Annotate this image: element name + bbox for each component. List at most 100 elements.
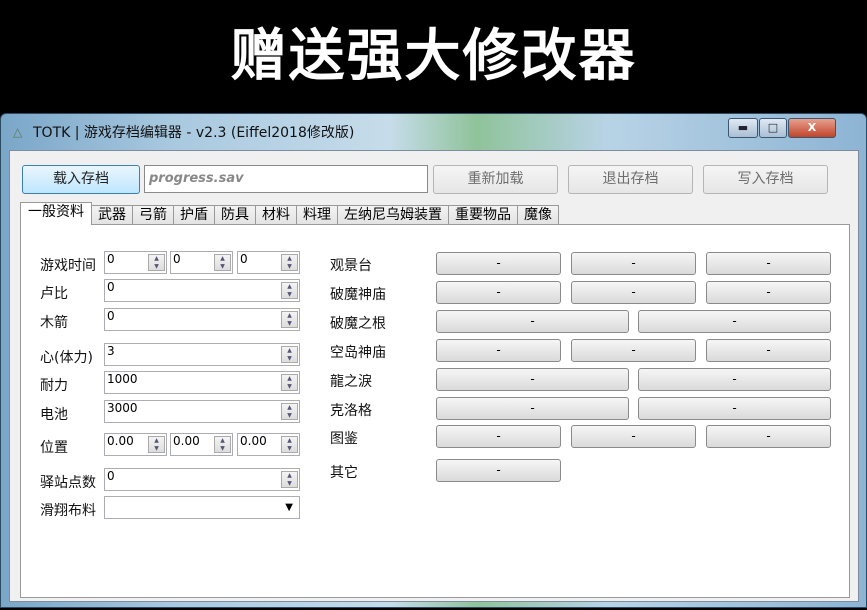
spinner-arrows-icon[interactable]: ▲ ▼ — [281, 311, 298, 328]
client-area: 载入存档 progress.sav 重新加载 退出存档 写入存档 一般资料 武器弓… — [9, 150, 859, 602]
stamina-input[interactable]: 1000 ▲ ▼ — [104, 371, 300, 394]
heart-label: 心(体力) — [40, 350, 93, 366]
battery-label: 电池 — [40, 407, 68, 423]
tab-0[interactable]: 一般资料 — [20, 202, 92, 225]
unlock-label-4: 龍之淚 — [330, 374, 372, 390]
playtime-input-1[interactable]: 0 ▲ ▼ — [170, 251, 233, 274]
unlock-button-0-1[interactable]: - — [571, 252, 696, 275]
unlock-button-2-1[interactable]: - — [638, 310, 831, 333]
write-save-button[interactable]: 写入存档 — [703, 165, 828, 194]
rupee-input-value: 0 — [107, 280, 115, 294]
spinner-arrows-icon[interactable]: ▲ ▼ — [281, 282, 298, 299]
stamina-input-value: 1000 — [107, 372, 138, 386]
pos-input-2-value: 0.00 — [240, 434, 267, 448]
minimize-button[interactable]: ▬ — [728, 118, 758, 138]
reload-button[interactable]: 重新加载 — [433, 165, 558, 194]
stations-label: 驿站点数 — [40, 475, 96, 491]
spinner-arrows-icon[interactable]: ▲ ▼ — [281, 346, 298, 363]
playtime-input-1-value: 0 — [173, 252, 181, 266]
stations-input-value: 0 — [107, 469, 115, 483]
unlock-label-0: 观景台 — [330, 258, 372, 274]
stations-input[interactable]: 0 ▲ ▼ — [104, 468, 300, 491]
tab-bar: 一般资料 武器 弓箭 护盾 防具 材料 料理 左纳尼乌姆装置 重要物品 魔像 — [20, 202, 559, 225]
playtime-input-0[interactable]: 0 ▲ ▼ — [104, 251, 167, 274]
pos-input-2[interactable]: 0.00 ▲ ▼ — [237, 433, 300, 456]
playtime-input-2-value: 0 — [240, 252, 248, 266]
save-file-field[interactable]: progress.sav — [144, 165, 428, 193]
arrow-input-value: 0 — [107, 309, 115, 323]
unlock-button-7-0[interactable]: - — [436, 459, 561, 482]
app-logo-icon: △ — [13, 124, 23, 139]
maximize-button[interactable]: □ — [759, 118, 787, 138]
tab-2[interactable]: 弓箭 — [132, 205, 174, 225]
unlock-button-0-0[interactable]: - — [436, 252, 561, 275]
unlock-button-6-0[interactable]: - — [436, 425, 561, 448]
heart-input-value: 3 — [107, 344, 115, 358]
unlock-label-5: 克洛格 — [330, 403, 372, 419]
unlock-label-6: 图鉴 — [330, 431, 358, 447]
unlock-button-3-0[interactable]: - — [436, 339, 561, 362]
stamina-label: 耐力 — [40, 378, 68, 394]
tab-4[interactable]: 防具 — [214, 205, 256, 225]
load-save-button[interactable]: 载入存档 — [22, 165, 140, 194]
unlock-button-0-2[interactable]: - — [706, 252, 831, 275]
spinner-arrows-icon[interactable]: ▲ ▼ — [281, 403, 298, 420]
unlock-button-3-1[interactable]: - — [571, 339, 696, 362]
spinner-arrows-icon[interactable]: ▲ ▼ — [281, 471, 298, 488]
pos-input-1-value: 0.00 — [173, 434, 200, 448]
battery-input-value: 3000 — [107, 401, 138, 415]
paraglider-input[interactable]: ▼ — [104, 496, 300, 519]
pos-input-0[interactable]: 0.00 ▲ ▼ — [104, 433, 167, 456]
unlock-label-3: 空岛神庙 — [330, 345, 386, 361]
promo-banner: 赠送强大修改器 — [0, 0, 867, 113]
tab-5[interactable]: 材料 — [255, 205, 297, 225]
app-window: △ TOTK | 游戏存档编辑器 - v2.3 (Eiffel2018修改版) ▬… — [0, 113, 867, 608]
unlock-label-7: 其它 — [330, 465, 358, 481]
unlock-button-2-0[interactable]: - — [436, 310, 629, 333]
unlock-button-1-0[interactable]: - — [436, 281, 561, 304]
tab-1[interactable]: 武器 — [91, 205, 133, 225]
tab-7[interactable]: 左纳尼乌姆装置 — [337, 205, 449, 225]
tab-6[interactable]: 料理 — [296, 205, 338, 225]
unlock-button-4-1[interactable]: - — [638, 368, 831, 391]
unlock-button-5-1[interactable]: - — [638, 397, 831, 420]
battery-input[interactable]: 3000 ▲ ▼ — [104, 400, 300, 423]
unlock-button-1-2[interactable]: - — [706, 281, 831, 304]
tab-8[interactable]: 重要物品 — [448, 205, 518, 225]
unlock-button-6-1[interactable]: - — [571, 425, 696, 448]
tab-9[interactable]: 魔像 — [517, 205, 559, 225]
pos-label: 位置 — [40, 440, 68, 456]
unlock-button-3-2[interactable]: - — [706, 339, 831, 362]
pos-input-1[interactable]: 0.00 ▲ ▼ — [170, 433, 233, 456]
spinner-arrows-icon[interactable]: ▲ ▼ — [281, 374, 298, 391]
heart-input[interactable]: 3 ▲ ▼ — [104, 343, 300, 366]
unlock-label-1: 破魔神庙 — [330, 287, 386, 303]
exit-save-button[interactable]: 退出存档 — [568, 165, 693, 194]
arrow-input[interactable]: 0 ▲ ▼ — [104, 308, 300, 331]
spinner-arrows-icon[interactable]: ▲ ▼ — [281, 254, 298, 271]
title-bar: △ TOTK | 游戏存档编辑器 - v2.3 (Eiffel2018修改版) — [13, 122, 354, 142]
rupee-input[interactable]: 0 ▲ ▼ — [104, 279, 300, 302]
unlock-button-1-1[interactable]: - — [571, 281, 696, 304]
window-title: TOTK | 游戏存档编辑器 - v2.3 (Eiffel2018修改版) — [33, 125, 355, 141]
playtime-label: 游戏时间 — [40, 258, 96, 274]
unlock-label-2: 破魔之根 — [330, 316, 386, 332]
tab-3[interactable]: 护盾 — [173, 205, 215, 225]
arrow-label: 木箭 — [40, 315, 68, 331]
unlock-button-5-0[interactable]: - — [436, 397, 629, 420]
spinner-arrows-icon[interactable]: ▲ ▼ — [148, 436, 165, 453]
paraglider-label: 滑翔布料 — [40, 503, 96, 519]
dropdown-arrow-icon[interactable]: ▼ — [285, 501, 293, 515]
spinner-arrows-icon[interactable]: ▲ ▼ — [214, 254, 231, 271]
spinner-arrows-icon[interactable]: ▲ ▼ — [281, 436, 298, 453]
playtime-input-2[interactable]: 0 ▲ ▼ — [237, 251, 300, 274]
close-button[interactable]: X — [788, 118, 836, 138]
unlock-button-6-2[interactable]: - — [706, 425, 831, 448]
rupee-label: 卢比 — [40, 286, 68, 302]
unlock-button-4-0[interactable]: - — [436, 368, 629, 391]
spinner-arrows-icon[interactable]: ▲ ▼ — [148, 254, 165, 271]
pos-input-0-value: 0.00 — [107, 434, 134, 448]
playtime-input-0-value: 0 — [107, 252, 115, 266]
general-panel: 游戏时间 0 ▲ ▼ 0 ▲ ▼ 0 ▲ ▼ 卢比 0 ▲ ▼ 木箭 0 ▲ ▼ 心(体力) 3 ▲ ▼ 耐力 1000 ▲ ▼ 电… — [20, 224, 850, 598]
spinner-arrows-icon[interactable]: ▲ ▼ — [214, 436, 231, 453]
